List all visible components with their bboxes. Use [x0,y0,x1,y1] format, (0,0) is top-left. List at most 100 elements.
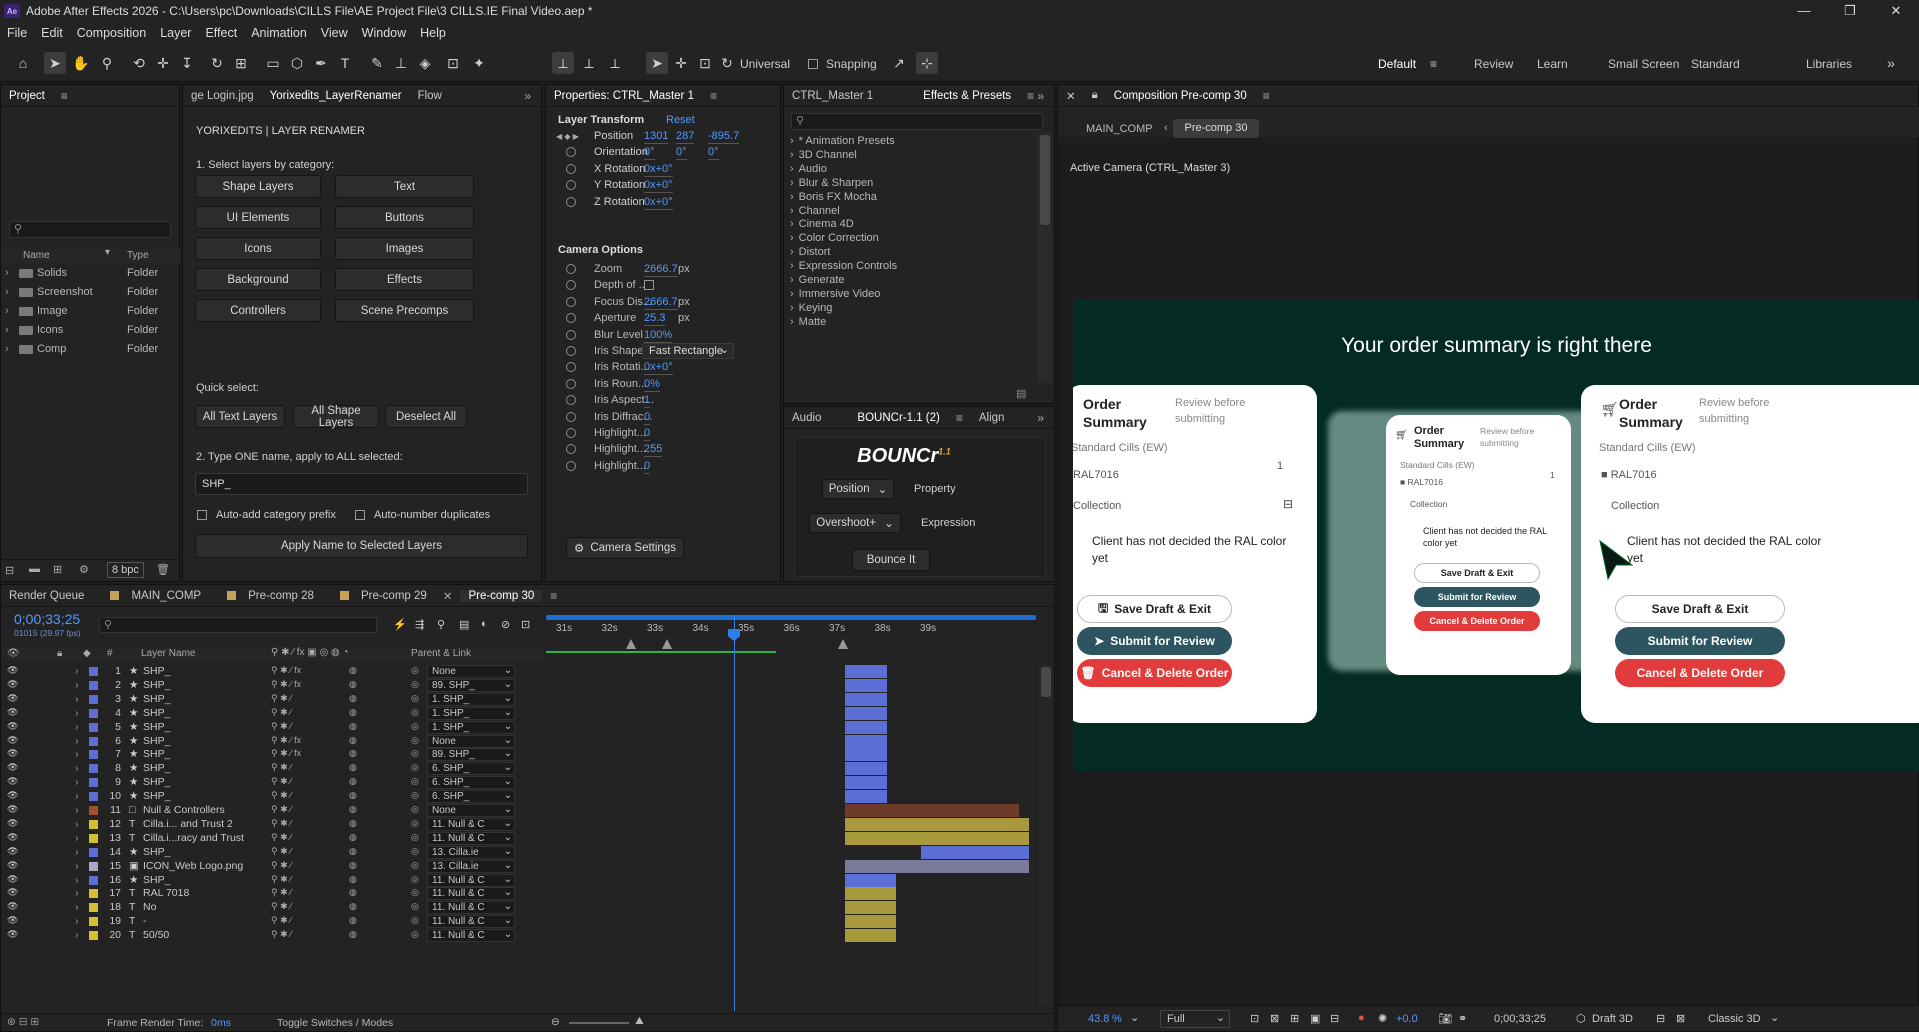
layer-duration-bar[interactable] [920,845,1029,859]
prop-position-x[interactable]: 1301 [644,130,669,144]
motion-blur-switch-icon[interactable]: ◍ [349,790,357,801]
parent-dropdown[interactable]: None ⌄ [427,804,515,817]
pickwhip-icon[interactable]: ◎ [411,679,419,690]
layer-name[interactable]: SHP_ [143,735,268,747]
quick-all-text-layers-button[interactable]: All Text Layers [195,405,285,428]
layer-row[interactable]: 👁︎ › 16 ★ SHP_ ⚲ ✱ ∕ ◍ ◎ 11. Null & C ⌄ [1,873,1046,888]
close-button[interactable]: ✕ [1873,0,1919,22]
expand-arrow-icon[interactable]: › [75,735,79,747]
menu-layer[interactable]: Layer [153,26,198,40]
dolly-tool-icon[interactable]: ↧ [176,52,198,74]
parent-dropdown[interactable]: 6. SHP_ ⌄ [427,776,515,790]
menu-view[interactable]: View [314,26,355,40]
submit-review-button[interactable]: ➤ Submit for Review [1077,627,1232,655]
visibility-eye-icon[interactable]: 👁︎ [7,776,18,787]
motion-blur-switch-icon[interactable]: ◍ [349,846,357,857]
expand-panels-icon[interactable]: » [1029,411,1052,425]
prop-position-y[interactable]: 287 [676,130,695,144]
switches-icon[interactable]: ⚲ ✱ ∕ fx [271,748,301,759]
layer-name[interactable]: SHP_ [143,790,268,802]
layer-name-input[interactable]: SHP_ [195,473,528,495]
label-color-swatch[interactable] [89,806,98,815]
effect-category[interactable]: › Color Correction [790,232,1030,245]
label-color-swatch[interactable] [89,833,98,843]
expand-arrow-icon[interactable]: › [5,286,9,299]
project-item[interactable]: › Screenshot Folder [1,286,181,299]
quick-deselect-all-button[interactable]: Deselect All [385,405,467,428]
effect-category[interactable]: › Channel [790,205,1030,218]
prop-value[interactable]: 0x+0° [644,163,673,177]
motion-blur-switch-icon[interactable]: ◍ [349,693,357,704]
orbit-tool-icon[interactable]: ⟲ [128,52,150,74]
camera-prop-value[interactable]: 2666.7 [644,296,678,310]
stopwatch-icon[interactable] [566,196,576,207]
effect-category[interactable]: › Keying [790,302,1030,315]
visibility-eye-icon[interactable]: 👁︎ [7,721,18,732]
camera-prop-value[interactable]: 255 [644,443,663,458]
layer-row[interactable]: 👁︎ › 18 T No ⚲ ✱ ∕ ◍ ◎ 11. Null & C ⌄ [1,901,1046,915]
delete-icon[interactable]: 🗑 [156,563,170,576]
stopwatch-icon[interactable] [566,313,576,324]
category-controllers-button[interactable]: Controllers [195,299,321,322]
layer-duration-bar[interactable] [844,748,887,762]
layer-row[interactable]: 👁︎ › 17 T RAL 7018 ⚲ ✱ ∕ ◍ ◎ 11. Null & C ⌄ [1,887,1046,901]
parent-dropdown[interactable]: 13. Cilla.ie ⌄ [427,859,515,873]
panel-menu-icon[interactable]: ≡ [542,589,565,603]
panel-menu-icon[interactable]: ≡ [948,411,971,425]
layer-duration-bar[interactable] [844,817,1029,831]
expression-dropdown[interactable]: Overshoot+ ⌄ [809,513,901,533]
expand-arrow-icon[interactable]: › [75,846,79,858]
time-ruler[interactable]: 31s 32s 33s 34s 35s 36s 37s 38s 39s [546,615,1036,653]
shape-3d-tool-icon[interactable]: ⬡ [286,52,308,74]
cancel-order-button[interactable]: Cancel & Delete Order [1414,611,1540,631]
layer-name[interactable]: SHP_ [143,679,268,691]
effect-category[interactable]: › Distort [790,246,1030,259]
expand-arrow-icon[interactable]: › [75,790,79,802]
settings-icon[interactable]: ⚙ [79,563,89,576]
switches-icon[interactable]: ⚲ ✱ ∕ [271,776,292,787]
label-color-swatch[interactable] [89,694,98,704]
stopwatch-icon[interactable] [566,329,576,340]
stopwatch-icon[interactable] [566,163,576,174]
layer-name[interactable]: 50/50 [143,929,268,941]
workspace-menu-icon[interactable]: ≡ [1430,57,1437,71]
layer-duration-bar[interactable] [844,831,1029,845]
project-item[interactable]: › Solids Folder [1,267,181,280]
workspace-libraries[interactable]: Libraries [1806,57,1852,71]
universal-icon[interactable]: ↻ [716,52,738,74]
new-comp-icon[interactable]: ⊞ [53,563,62,576]
camera-prop-value[interactable]: 2666.7 [644,263,678,277]
pickwhip-icon[interactable]: ◎ [411,693,419,704]
pickwhip-icon[interactable]: ◎ [411,776,419,787]
stopwatch-icon[interactable] [566,180,576,191]
label-color-swatch[interactable] [89,764,98,774]
prop-position-z[interactable]: -895.7 [708,130,740,144]
expand-arrow-icon[interactable]: › [75,874,79,886]
label-color-swatch[interactable] [89,708,98,718]
layer-name[interactable]: Null & Controllers [143,804,268,816]
switches-icon[interactable]: ⚲ ✱ ∕ [271,721,292,732]
layer-name[interactable]: ICON_Web Logo.png [143,860,268,872]
parent-dropdown[interactable]: 1. SHP_ ⌄ [427,692,515,706]
layer-name-header[interactable]: Layer Name [141,648,195,659]
camera-prop-value[interactable]: 0 [644,460,651,474]
layer-duration-bar[interactable] [844,873,897,887]
switches-icon[interactable]: ⚲ ✱ ∕ fx [271,735,301,746]
layer-name[interactable]: SHP_ [143,874,268,886]
guides-icon[interactable]: ⊞ [1290,1012,1299,1025]
motion-blur-icon[interactable]: ◐ [481,618,488,630]
layer-duration-bar[interactable] [844,762,887,776]
expand-panels-icon[interactable]: » [1029,89,1052,103]
pickwhip-icon[interactable]: ◎ [411,860,419,871]
layer-name[interactable]: SHP_ [143,776,268,788]
label-color-swatch[interactable] [89,778,98,788]
color-icon[interactable]: ✺ [1378,1012,1387,1025]
auto-number-checkbox[interactable] [355,510,365,520]
layer-row[interactable]: 👁︎ › 8 ★ SHP_ ⚲ ✱ ∕ ◍ ◎ 6. SHP_ ⌄ [1,762,1046,776]
layer-duration-bar[interactable] [844,734,887,748]
motion-blur-switch-icon[interactable]: ◍ [349,832,357,843]
parent-dropdown[interactable]: 11. Null & C ⌄ [427,817,515,831]
camera-prop-value[interactable]: 0x+0° [644,361,673,376]
snap-options-icon[interactable]: ↗ [888,52,910,74]
layer-row[interactable]: 👁︎ › 13 T Cilla.i...racy and Trust ⚲ ✱ ∕ ◍ ◎ 11.… [1,831,1046,846]
